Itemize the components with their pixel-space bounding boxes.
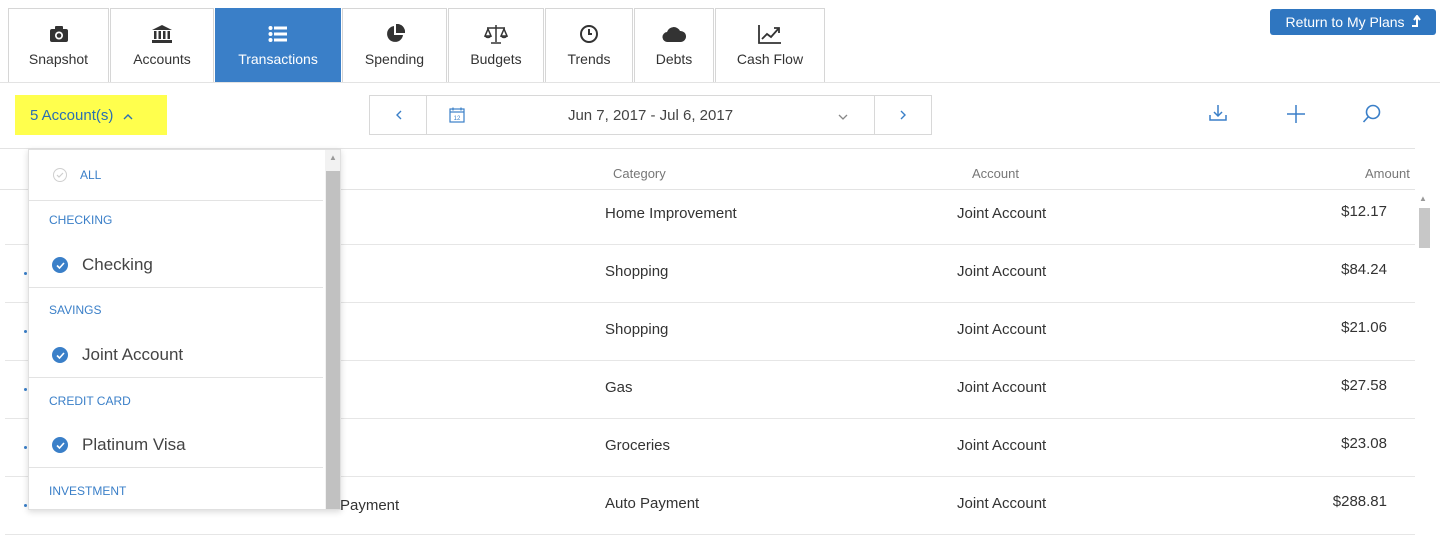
scrollbar-thumb[interactable] xyxy=(326,171,340,509)
next-period-button[interactable] xyxy=(874,96,931,134)
group-label-investment: INVESTMENT xyxy=(49,484,127,498)
row-amount: $27.58 xyxy=(1341,377,1387,394)
account-option-label: Platinum Visa xyxy=(82,435,186,454)
column-header-category[interactable]: Category xyxy=(613,166,666,181)
chevron-down-icon xyxy=(838,108,848,125)
group-label-credit-card: CREDIT CARD xyxy=(49,394,131,408)
row-marker xyxy=(24,330,27,333)
row-account: Joint Account xyxy=(957,437,1047,454)
row-amount: $23.08 xyxy=(1341,435,1387,452)
row-account: Joint Account xyxy=(957,321,1047,338)
column-header-account[interactable]: Account xyxy=(972,166,1019,181)
row-marker xyxy=(24,504,27,507)
chevron-right-icon xyxy=(900,107,907,123)
row-category: Shopping xyxy=(605,321,669,338)
tab-label: Budgets xyxy=(470,51,522,67)
date-range-select[interactable]: 12 Jun 7, 2017 - Jul 6, 2017 xyxy=(427,96,874,134)
pie-chart-icon xyxy=(385,23,405,45)
tab-spending[interactable]: Spending xyxy=(342,8,447,83)
scales-icon xyxy=(484,23,508,45)
tab-label: Trends xyxy=(567,51,611,67)
row-category: Home Improvement xyxy=(605,205,737,222)
tab-debts[interactable]: Debts xyxy=(634,8,714,83)
clock-icon xyxy=(579,23,599,45)
add-transaction-icon[interactable] xyxy=(1286,104,1306,129)
check-icon xyxy=(52,347,68,363)
row-category: Gas xyxy=(605,379,633,396)
tab-label: Snapshot xyxy=(28,51,89,67)
group-label-checking: CHECKING xyxy=(49,213,113,227)
return-arrow-icon xyxy=(1411,14,1421,30)
check-icon xyxy=(52,437,68,453)
row-category: Shopping xyxy=(605,263,669,280)
dropdown-scrollbar[interactable]: ▲ xyxy=(325,150,340,509)
row-category: Groceries xyxy=(605,437,671,454)
transactions-scrollbar[interactable]: ▲ xyxy=(1416,190,1432,510)
select-all-accounts[interactable]: ALL xyxy=(29,150,323,201)
row-marker xyxy=(24,446,27,449)
scrollbar-thumb[interactable] xyxy=(1419,208,1430,248)
chevron-up-icon xyxy=(123,107,133,124)
tab-budgets[interactable]: Budgets xyxy=(448,8,544,83)
cloud-icon xyxy=(662,23,686,45)
tab-label: Spending xyxy=(364,51,425,67)
row-description: Payment xyxy=(340,497,400,514)
tabs-divider xyxy=(0,82,1440,83)
account-option-label: Joint Account xyxy=(82,345,184,364)
column-header-amount[interactable]: Amount xyxy=(1365,166,1410,181)
row-account: Joint Account xyxy=(957,205,1047,222)
row-marker xyxy=(24,388,27,391)
return-to-plans-button[interactable]: Return to My Plans xyxy=(1270,9,1436,35)
date-range-label: Jun 7, 2017 - Jul 6, 2017 xyxy=(567,107,734,124)
row-category: Auto Payment xyxy=(605,495,700,512)
list-icon xyxy=(268,23,288,45)
trend-chart-icon xyxy=(758,23,782,45)
row-amount: $12.17 xyxy=(1341,203,1387,220)
tab-label: Accounts xyxy=(133,51,191,67)
return-label: Return to My Plans xyxy=(1285,14,1405,30)
account-option-joint-account[interactable]: Joint Account xyxy=(29,333,323,378)
scroll-up-arrow-icon[interactable]: ▲ xyxy=(329,153,337,162)
check-icon xyxy=(52,257,68,273)
search-icon[interactable] xyxy=(1362,104,1382,129)
main-tabs: Snapshot Accounts Transactions Spending … xyxy=(8,8,826,83)
row-amount: $21.06 xyxy=(1341,319,1387,336)
row-amount: $84.24 xyxy=(1341,261,1387,278)
row-account: Joint Account xyxy=(957,495,1047,512)
tab-snapshot[interactable]: Snapshot xyxy=(8,8,109,83)
tab-accounts[interactable]: Accounts xyxy=(110,8,214,83)
tab-cash-flow[interactable]: Cash Flow xyxy=(715,8,825,83)
row-marker xyxy=(24,272,27,275)
account-option-platinum-visa[interactable]: Platinum Visa xyxy=(29,423,323,468)
account-filter-label: 5 Account(s) xyxy=(30,106,114,124)
account-option-label: Checking xyxy=(82,255,153,274)
bank-icon xyxy=(151,23,173,45)
unchecked-circle-icon xyxy=(53,168,67,182)
tab-transactions[interactable]: Transactions xyxy=(215,8,341,83)
account-option-checking[interactable]: Checking xyxy=(29,243,323,288)
camera-icon xyxy=(49,23,69,45)
date-range-bar: 12 Jun 7, 2017 - Jul 6, 2017 xyxy=(369,95,932,135)
row-account: Joint Account xyxy=(957,263,1047,280)
tab-label: Debts xyxy=(655,51,693,67)
accounts-dropdown: ALL CHECKING Checking SAVINGS Joint Acco… xyxy=(28,149,341,510)
row-amount: $288.81 xyxy=(1332,493,1387,510)
scroll-up-arrow-icon[interactable]: ▲ xyxy=(1419,194,1427,203)
chevron-left-icon xyxy=(395,107,402,123)
account-filter-button[interactable]: 5 Account(s) xyxy=(15,95,167,135)
tab-trends[interactable]: Trends xyxy=(545,8,633,83)
tab-label: Cash Flow xyxy=(736,51,804,67)
row-account: Joint Account xyxy=(957,379,1047,396)
tab-label: Transactions xyxy=(238,51,318,67)
all-label: ALL xyxy=(80,168,102,182)
group-label-savings: SAVINGS xyxy=(49,303,102,317)
previous-period-button[interactable] xyxy=(370,96,427,134)
download-icon[interactable] xyxy=(1209,104,1227,127)
